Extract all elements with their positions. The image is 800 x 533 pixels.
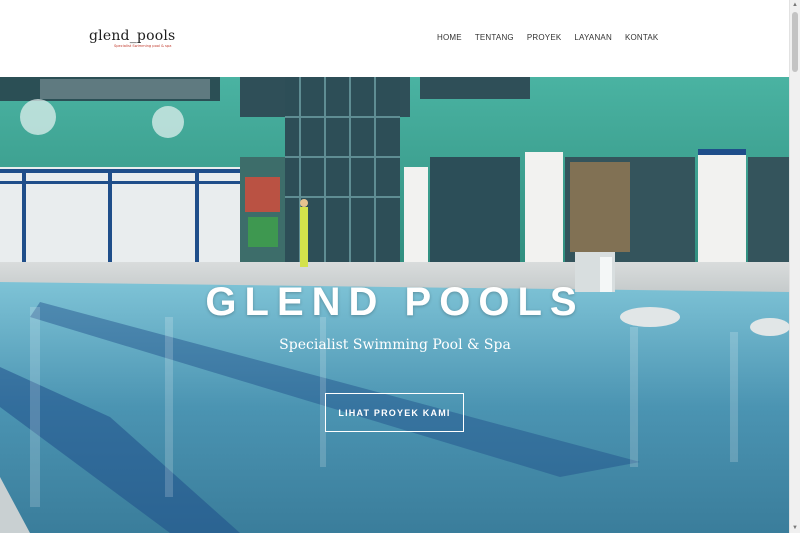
logo-tagline: Specialist Swimming pool & spa xyxy=(114,44,172,48)
nav-kontak[interactable]: KONTAK xyxy=(625,33,659,42)
scroll-down-arrow-icon[interactable]: ▼ xyxy=(790,523,800,533)
scrollbar-thumb[interactable] xyxy=(792,12,798,72)
scroll-up-arrow-icon[interactable]: ▲ xyxy=(790,0,800,10)
nav-home[interactable]: HOME xyxy=(437,33,462,42)
nav-tentang[interactable]: TENTANG xyxy=(475,33,514,42)
site-header: glend_pools Specialist Swimming pool & s… xyxy=(0,0,790,77)
site-logo[interactable]: glend_pools Specialist Swimming pool & s… xyxy=(89,28,175,48)
view-projects-button[interactable]: LIHAT PROYEK KAMI xyxy=(325,393,464,432)
nav-proyek[interactable]: PROYEK xyxy=(527,33,562,42)
hero-title: GLEND POOLS xyxy=(205,280,585,324)
logo-wordmark: glend_pools xyxy=(89,28,176,44)
hero-section: GLEND POOLS Specialist Swimming Pool & S… xyxy=(0,77,790,533)
main-nav: HOME TENTANG PROYEK LAYANAN KONTAK xyxy=(437,33,658,42)
nav-layanan[interactable]: LAYANAN xyxy=(574,33,612,42)
hero-subtitle: Specialist Swimming Pool & Spa xyxy=(279,337,511,353)
page-scrollbar[interactable]: ▲ ▼ xyxy=(789,0,800,533)
